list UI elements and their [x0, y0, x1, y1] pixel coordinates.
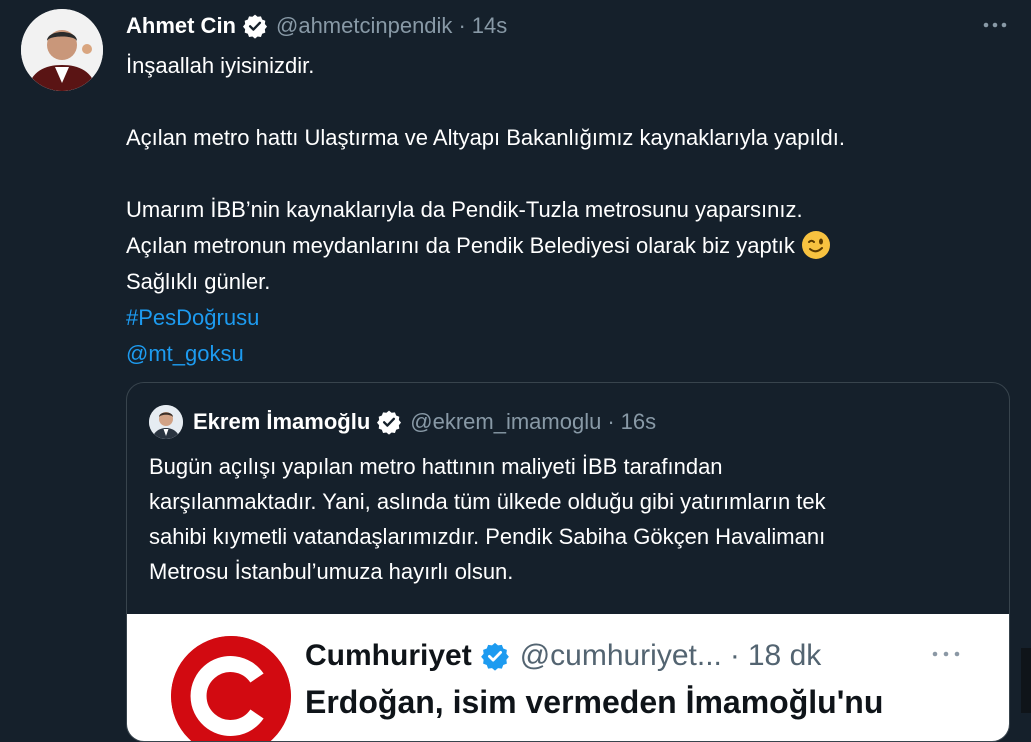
tweet-text: İnşaallah iyisinizdir. Açılan metro hatt…	[126, 48, 1006, 372]
embedded-account-handle: @cumhuriyet...	[519, 639, 722, 672]
tweet-line: Sağlıklı günler.	[126, 269, 271, 294]
tweet-line: Açılan metronun meydanlarını da Pendik B…	[126, 233, 795, 258]
quoted-tweet-image[interactable]: Cumhuriyet @cumhuriyet... · 18 dk Erdoğa…	[127, 614, 1009, 741]
tweet-line: Umarım İBB’nin kaynaklarıyla da Pendik-T…	[126, 197, 803, 222]
winking-face-emoji-icon	[801, 230, 831, 260]
embedded-account-name: Cumhuriyet	[305, 639, 472, 672]
quoted-tweet-card[interactable]: Ekrem İmamoğlu @ekrem_imamoglu · 16s Bug…	[126, 382, 1010, 742]
author-avatar[interactable]	[21, 9, 103, 91]
embedded-time: 18 dk	[747, 639, 822, 672]
embedded-separator: ·	[729, 639, 740, 672]
quoted-tweet-header: Ekrem İmamoğlu @ekrem_imamoglu · 16s	[149, 405, 656, 439]
verified-badge-icon	[376, 409, 402, 435]
author-name[interactable]: Ahmet Cin	[126, 13, 236, 39]
tweet-line-with-emoji: Açılan metronun meydanlarını da Pendik B…	[126, 228, 1006, 264]
mention-link[interactable]: @mt_goksu	[126, 336, 1006, 372]
tweet-line: İnşaallah iyisinizdir.	[126, 53, 315, 78]
verified-badge-icon	[242, 13, 268, 39]
author-handle[interactable]: @ahmetcinpendik	[276, 13, 452, 39]
tweet-header: Ahmet Cin @ahmetcinpendik · 14s	[126, 10, 507, 42]
embedded-headline: Erdoğan, isim vermeden İmamoğlu'nu	[305, 684, 884, 720]
embedded-verified-badge-icon	[480, 641, 510, 671]
quoted-line: Bugün açılışı yapılan metro hattının mal…	[149, 454, 723, 479]
quoted-line: sahibi kıymetli vatandaşlarımızdır. Pend…	[149, 524, 826, 549]
separator: ·	[607, 409, 615, 434]
quoted-author-name[interactable]: Ekrem İmamoğlu	[193, 409, 370, 435]
quoted-tweet-time[interactable]: 16s	[621, 409, 656, 435]
scroll-edge	[1021, 648, 1031, 713]
quoted-line: Metrosu İstanbul’umuza hayırlı olsun.	[149, 559, 514, 584]
quoted-author-handle[interactable]: @ekrem_imamoglu	[410, 409, 601, 435]
quoted-tweet-text: Bugün açılışı yapılan metro hattının mal…	[149, 449, 989, 589]
tweet-line-gap	[126, 156, 1006, 192]
tweet-line-gap	[126, 84, 1006, 120]
quoted-line: karşılanmaktadır. Yani, aslında tüm ülke…	[149, 489, 826, 514]
hashtag-link[interactable]: #PesDoğrusu	[126, 300, 1006, 336]
separator: ·	[458, 13, 466, 38]
tweet-time[interactable]: 14s	[472, 13, 507, 39]
cumhuriyet-logo-icon	[171, 636, 291, 741]
embedded-tweet-header: Cumhuriyet @cumhuriyet... · 18 dk	[305, 636, 821, 676]
more-options-icon[interactable]	[980, 12, 1010, 38]
quoted-author-avatar[interactable]	[149, 405, 183, 439]
tweet-line: Açılan metro hattı Ulaştırma ve Altyapı …	[126, 125, 845, 150]
embedded-more-icon	[931, 644, 961, 664]
